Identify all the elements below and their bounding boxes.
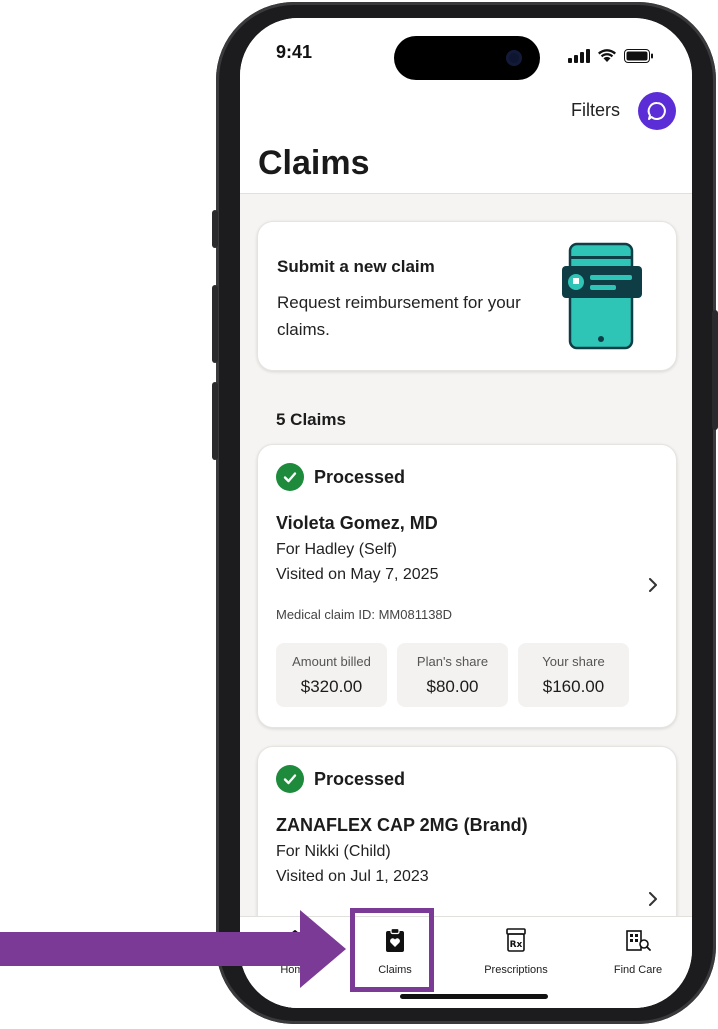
dynamic-island [394, 36, 540, 80]
amount-billed: Amount billed $320.00 [276, 643, 387, 707]
wifi-icon [598, 49, 616, 62]
visit-date: Visited on May 7, 2025 [276, 566, 439, 583]
tab-label: Find Care [613, 964, 663, 976]
tab-prescriptions[interactable]: Rx Prescriptions [461, 927, 571, 976]
submit-claim-title: Submit a new claim [277, 257, 435, 276]
battery-icon [624, 48, 653, 63]
claim-status: Processed [276, 765, 405, 793]
provider-name: Violeta Gomez, MD [276, 513, 438, 533]
provider-name: ZANAFLEX CAP 2MG (Brand) [276, 815, 528, 835]
status-time: 9:41 [276, 42, 313, 62]
home-indicator [400, 994, 548, 999]
chevron-right-icon[interactable] [646, 892, 660, 906]
svg-text:Rx: Rx [510, 940, 523, 950]
claim-status: Processed [276, 463, 405, 491]
annotation-highlight-box [350, 908, 434, 992]
volume-down-button [212, 382, 218, 460]
cellular-signal-icon [568, 48, 590, 63]
plan-share: Plan's share $80.00 [397, 643, 508, 707]
chat-bubble-icon [647, 102, 666, 120]
power-button [712, 310, 718, 430]
amount-label: Plan's share [416, 654, 489, 669]
tab-find-care[interactable]: Find Care [583, 927, 692, 976]
check-circle-icon [276, 765, 304, 793]
submit-claim-description: Request reimbursement for your claims. [277, 293, 521, 339]
annotation-arrow-icon [0, 910, 346, 988]
claims-count: 5 Claims [276, 410, 346, 429]
volume-up-button [212, 285, 218, 363]
claim-card[interactable]: Processed Violeta Gomez, MD For Hadley (… [257, 444, 677, 728]
building-search-icon [626, 930, 651, 951]
status-label: Processed [314, 466, 406, 487]
claim-id: Medical claim ID: MM081138D [276, 607, 453, 622]
rx-bottle-icon: Rx [506, 928, 526, 952]
tab-label: Prescriptions [484, 964, 548, 976]
phone-screen: 9:41 Filters Claims Submit a new claim R… [240, 18, 692, 1008]
amount-label: Your share [542, 654, 605, 669]
amount-value: $80.00 [426, 677, 479, 696]
page-title: Claims [258, 144, 370, 182]
action-button [212, 210, 218, 248]
claim-for: For Nikki (Child) [276, 843, 391, 860]
status-label: Processed [314, 768, 406, 789]
status-icons [568, 48, 654, 63]
chat-button[interactable] [638, 92, 676, 130]
check-circle-icon [276, 463, 304, 491]
your-share: Your share $160.00 [518, 643, 629, 707]
filters-button[interactable]: Filters [571, 100, 620, 121]
amount-value: $320.00 [300, 677, 363, 696]
claim-for: For Hadley (Self) [276, 541, 397, 558]
amount-value: $160.00 [542, 677, 605, 696]
amount-label: Amount billed [292, 654, 371, 669]
claim-amounts: Amount billed $320.00 Plan's share $80.0… [276, 643, 629, 707]
phone-claim-illustration-icon [562, 242, 642, 350]
visit-date: Visited on Jul 1, 2023 [276, 868, 429, 885]
submit-claim-card[interactable]: Submit a new claim Request reimbursement… [257, 221, 677, 371]
chevron-right-icon[interactable] [646, 578, 660, 592]
